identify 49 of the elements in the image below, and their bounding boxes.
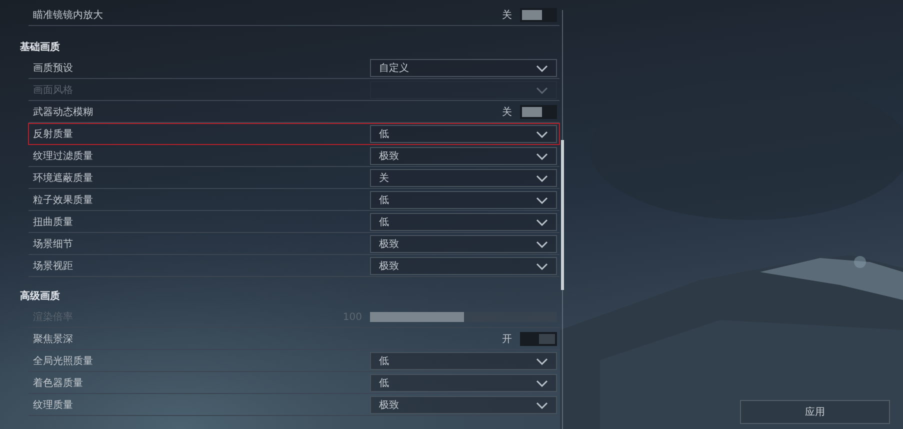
chevron-down-icon [536, 402, 548, 408]
setting-label: 纹理过滤质量 [33, 150, 94, 164]
chevron-down-icon [536, 130, 548, 138]
chevron-down-icon [536, 262, 548, 270]
dropdown[interactable]: 低 [370, 191, 557, 209]
setting-label: 全局光照质量 [33, 354, 94, 368]
chevron-down-icon [536, 64, 548, 72]
setting-label: 瞄准镜镜内放大 [33, 8, 104, 22]
setting-label: 武器动态模糊 [33, 106, 94, 120]
scrollbar-thumb[interactable] [561, 140, 564, 290]
dropdown[interactable]: 低 [370, 374, 557, 392]
setting-label: 场景视距 [33, 260, 74, 274]
dropdown[interactable]: 极致 [370, 257, 557, 275]
apply-button[interactable]: 应用 [740, 400, 890, 424]
setting-label: 画质预设 [33, 62, 74, 76]
setting-label: 反射质量 [33, 128, 74, 142]
chevron-down-icon [536, 152, 548, 160]
setting-label: 场景细节 [33, 238, 74, 252]
setting-label: 着色器质量 [33, 376, 84, 390]
chevron-down-icon [536, 86, 548, 94]
dropdown[interactable]: 低 [370, 352, 557, 370]
setting-label: 聚焦景深 [33, 332, 74, 346]
dropdown[interactable]: 极致 [370, 396, 557, 414]
chevron-down-icon [536, 240, 548, 248]
chevron-down-icon [536, 380, 548, 386]
toggle-state-label: 关 [502, 8, 512, 22]
section-heading: 基础画质 [20, 40, 61, 55]
dropdown[interactable]: 关 [370, 169, 557, 187]
toggle-state-label: 关 [502, 106, 512, 120]
toggle-switch[interactable] [520, 105, 557, 119]
highlighted-row[interactable]: 反射质量 低 [28, 123, 560, 145]
toggle-switch[interactable] [520, 332, 557, 346]
chevron-down-icon [536, 358, 548, 364]
chevron-down-icon [536, 174, 548, 182]
setting-label: 扭曲质量 [33, 216, 74, 230]
toggle-switch[interactable] [520, 8, 557, 22]
toggle-state-label: 开 [502, 332, 512, 346]
chevron-down-icon [536, 196, 548, 204]
setting-label: 画面风格 [33, 84, 74, 98]
dropdown[interactable]: 极致 [370, 147, 557, 165]
setting-label: 环境遮蔽质量 [33, 172, 94, 186]
setting-label: 纹理质量 [33, 398, 74, 412]
dropdown[interactable]: 低 [370, 213, 557, 231]
dropdown[interactable]: 极致 [370, 235, 557, 253]
setting-label: 粒子效果质量 [33, 194, 94, 208]
section-heading: 高级画质 [20, 289, 61, 304]
dropdown[interactable]: 自定义 [370, 59, 557, 77]
dropdown[interactable]: 低 [370, 125, 557, 143]
chevron-down-icon [536, 218, 548, 226]
